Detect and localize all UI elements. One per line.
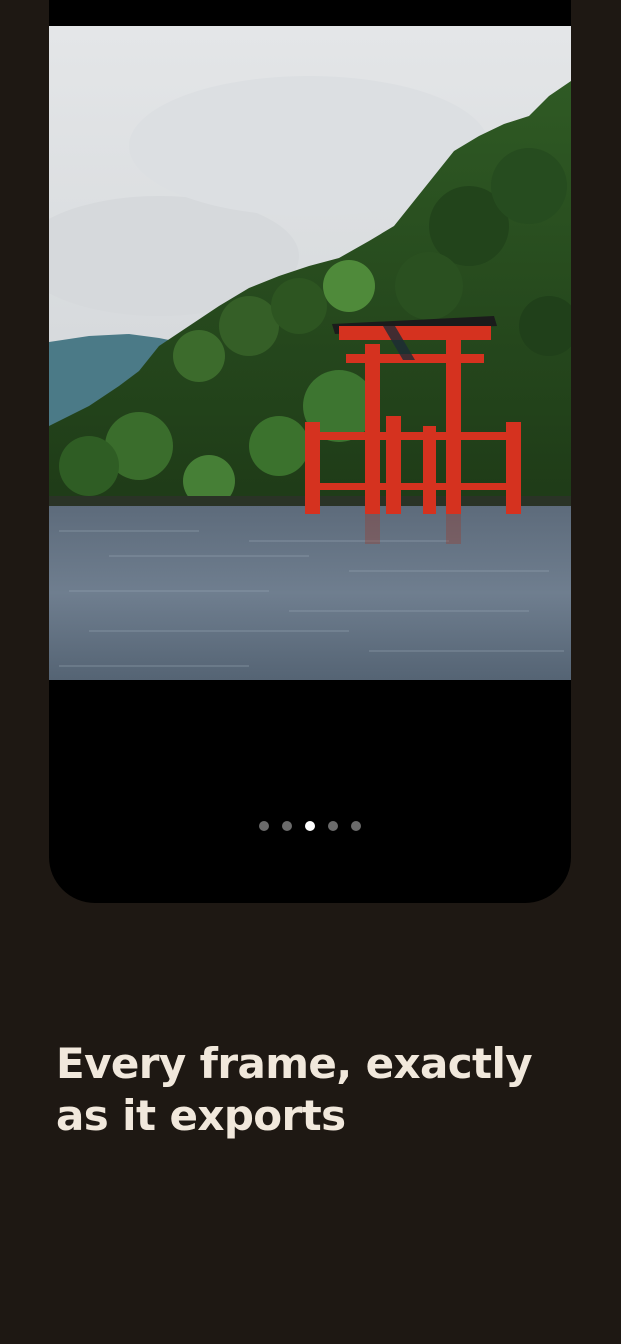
page-dot[interactable] (328, 821, 338, 831)
device-frame (49, 0, 571, 903)
page-indicator[interactable] (49, 821, 571, 831)
page-dot[interactable] (351, 821, 361, 831)
headline-line-2: as it exports (56, 1091, 346, 1140)
page-dot-active[interactable] (305, 821, 315, 831)
headline-line-1: Every frame, exactly (56, 1039, 533, 1088)
headline: Every frame, exactly as it exports (56, 1038, 576, 1142)
page-dot[interactable] (259, 821, 269, 831)
preview-photo (49, 26, 571, 680)
page-dot[interactable] (282, 821, 292, 831)
